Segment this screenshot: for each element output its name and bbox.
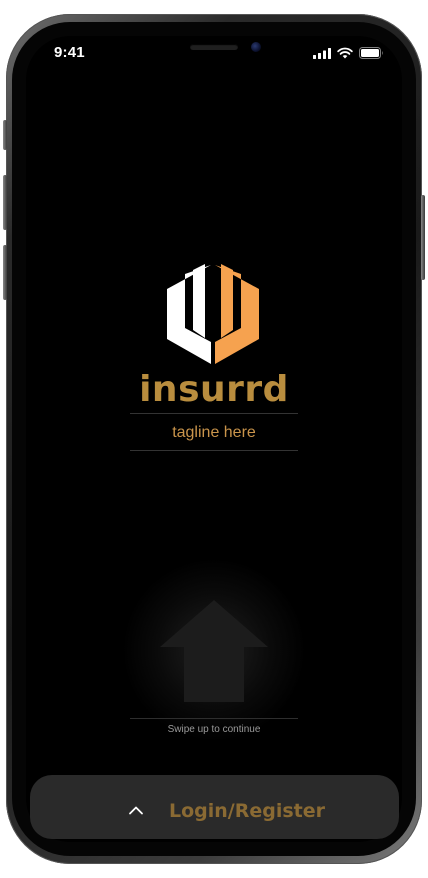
status-icons	[313, 47, 384, 59]
login-register-button[interactable]: Login/Register	[30, 775, 399, 839]
swipe-divider	[130, 718, 298, 719]
phone-power-button	[421, 195, 425, 280]
brand-name: insurrd	[139, 369, 289, 410]
login-register-label: Login/Register	[169, 800, 326, 822]
battery-icon	[359, 47, 383, 59]
phone-mute-switch	[3, 120, 7, 150]
swipe-up-hint: Swipe up to continue	[167, 724, 261, 735]
earpiece-speaker	[190, 44, 238, 50]
chevron-up-icon	[129, 806, 143, 815]
front-camera	[251, 42, 261, 52]
insurrd-logo-icon	[167, 264, 259, 364]
phone-volume-down-button	[3, 245, 7, 300]
brand-tagline: tagline here	[172, 424, 256, 441]
brand-divider-bottom	[130, 450, 298, 451]
page: 9:41 insurrd tagline here Swipe up to co…	[0, 0, 428, 878]
cellular-signal-icon	[313, 47, 331, 59]
wifi-icon	[337, 47, 353, 59]
phone-volume-up-button	[3, 175, 7, 230]
arrow-up-icon[interactable]	[160, 600, 268, 702]
status-time: 9:41	[54, 44, 85, 61]
brand-divider-top	[130, 413, 298, 414]
